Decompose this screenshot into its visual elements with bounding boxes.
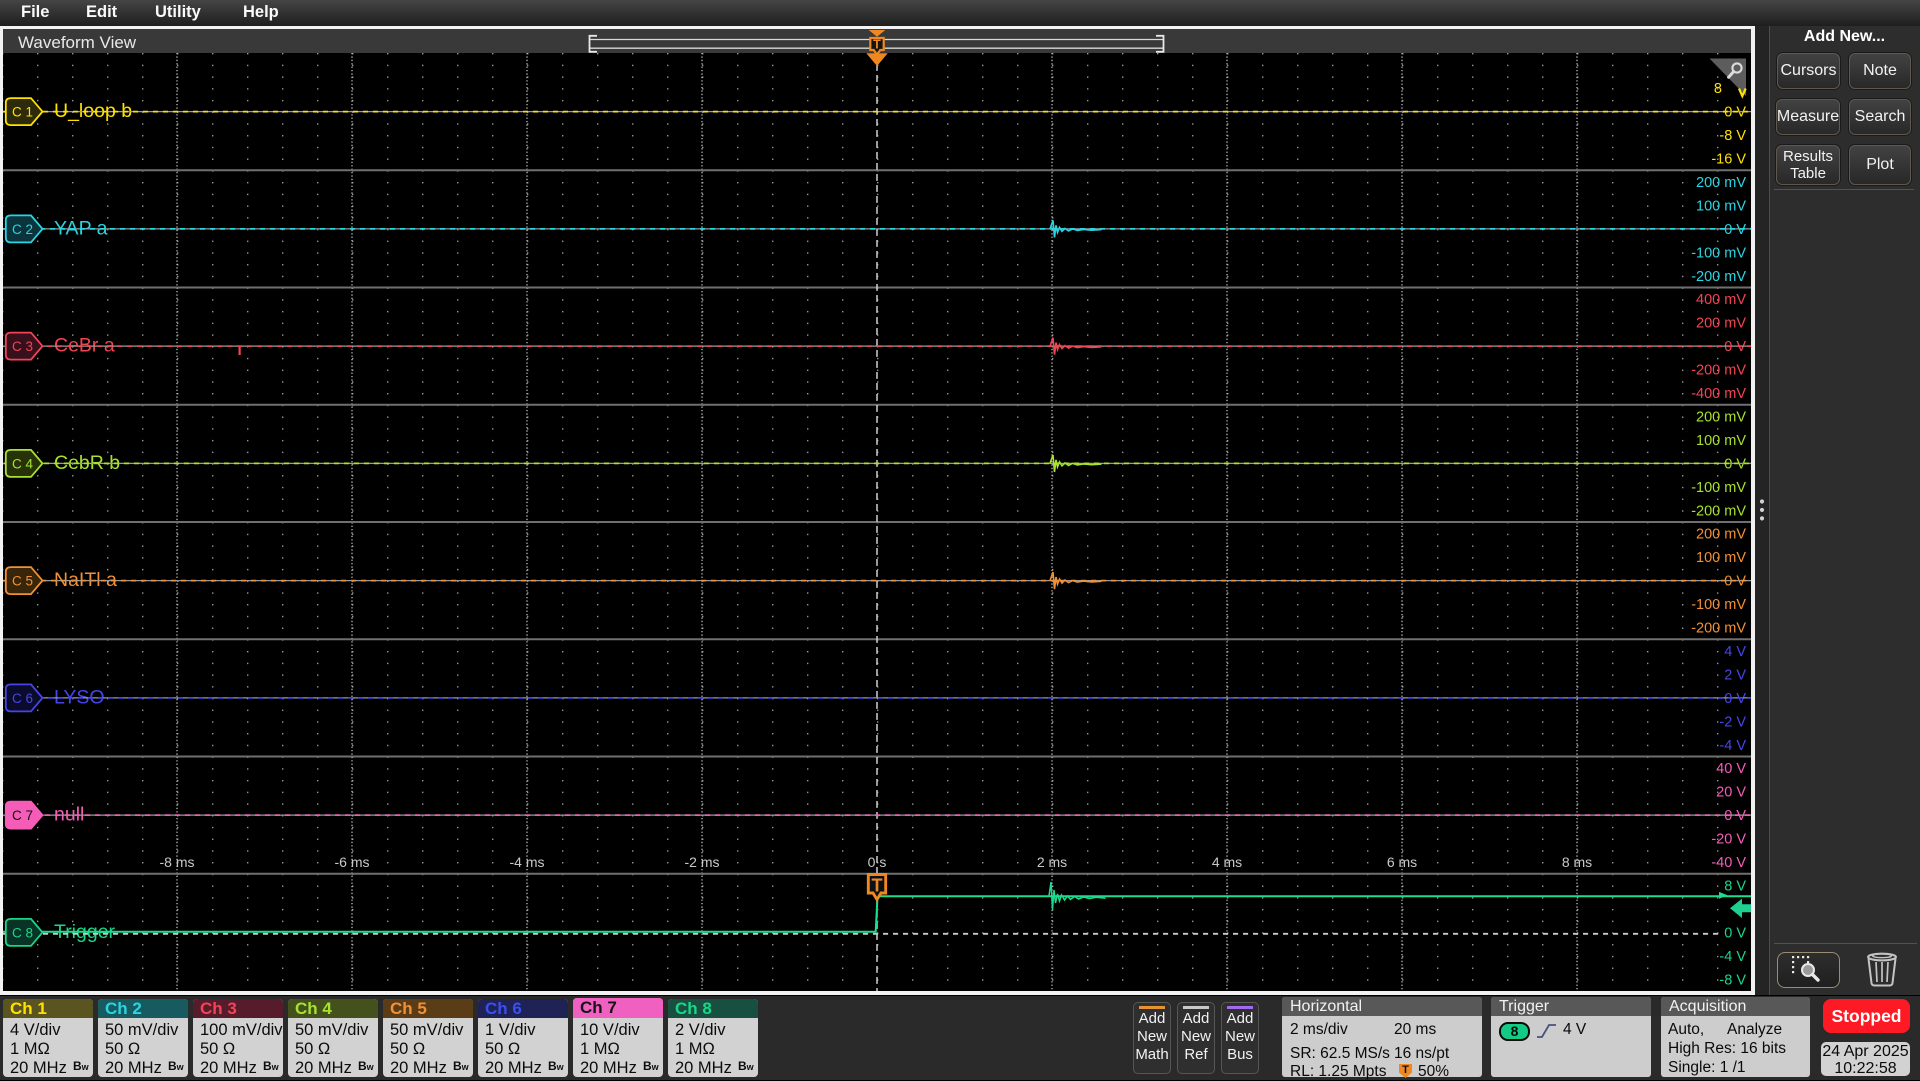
svg-text:T: T (873, 38, 881, 52)
svg-text:-100 mV: -100 mV (1691, 245, 1746, 261)
svg-text:C 6: C 6 (12, 691, 33, 706)
svg-text:40 V: 40 V (1716, 761, 1746, 777)
svg-text:T: T (872, 876, 883, 896)
svg-text:C 5: C 5 (12, 574, 33, 589)
svg-text:C 3: C 3 (12, 339, 33, 354)
svg-text:-4 V: -4 V (1719, 949, 1746, 965)
svg-text:C 7: C 7 (12, 808, 33, 823)
svg-text:-200 mV: -200 mV (1691, 363, 1746, 379)
svg-text:C 4: C 4 (12, 456, 34, 471)
svg-text:100 mV: 100 mV (1696, 550, 1746, 566)
svg-text:100 mV: 100 mV (1696, 198, 1746, 214)
svg-text:-2 ms: -2 ms (685, 854, 720, 870)
svg-text:0 V: 0 V (1724, 105, 1746, 121)
svg-text:-8 ms: -8 ms (160, 854, 195, 870)
svg-text:8 ms: 8 ms (1562, 854, 1592, 870)
svg-text:C 1: C 1 (12, 105, 33, 120)
svg-text:200 mV: 200 mV (1696, 527, 1746, 543)
svg-text:-400 mV: -400 mV (1691, 386, 1746, 402)
svg-text:20 V: 20 V (1716, 785, 1746, 801)
svg-text:C 2: C 2 (12, 222, 33, 237)
svg-text:0 V: 0 V (1724, 222, 1746, 238)
svg-text:0 V: 0 V (1724, 574, 1746, 590)
svg-text:6 ms: 6 ms (1387, 854, 1417, 870)
svg-text:-200 mV: -200 mV (1691, 269, 1746, 285)
svg-text:8: 8 (1714, 81, 1722, 97)
svg-text:-20 V: -20 V (1711, 832, 1746, 848)
svg-text:200 mV: 200 mV (1696, 410, 1746, 426)
svg-text:0 V: 0 V (1724, 456, 1746, 472)
svg-text:-6 ms: -6 ms (335, 854, 370, 870)
svg-text:-4 V: -4 V (1719, 738, 1746, 754)
svg-text:400 mV: 400 mV (1696, 292, 1746, 308)
svg-text:-2 V: -2 V (1719, 714, 1746, 730)
svg-text:-8 V: -8 V (1719, 128, 1746, 144)
svg-text:2 V: 2 V (1724, 667, 1746, 683)
svg-text:0 V: 0 V (1724, 808, 1746, 824)
svg-text:-100 mV: -100 mV (1691, 597, 1746, 613)
svg-text:100 mV: 100 mV (1696, 433, 1746, 449)
svg-text:-40 V: -40 V (1711, 855, 1746, 871)
svg-text:0 V: 0 V (1724, 339, 1746, 355)
svg-text:-200 mV: -200 mV (1691, 503, 1746, 519)
svg-text:2 ms: 2 ms (1037, 854, 1067, 870)
svg-text:4 ms: 4 ms (1212, 854, 1242, 870)
svg-text:-16 V: -16 V (1711, 152, 1746, 168)
svg-text:0 V: 0 V (1724, 925, 1746, 941)
svg-text:-8 V: -8 V (1719, 972, 1746, 988)
svg-text:-100 mV: -100 mV (1691, 480, 1746, 496)
svg-text:0 s: 0 s (868, 854, 887, 870)
svg-text:-200 mV: -200 mV (1691, 621, 1746, 637)
svg-text:0 V: 0 V (1724, 691, 1746, 707)
svg-text:C 8: C 8 (12, 925, 33, 940)
svg-text:8 V: 8 V (1724, 879, 1746, 895)
svg-text:200 mV: 200 mV (1696, 316, 1746, 332)
svg-text:200 mV: 200 mV (1696, 175, 1746, 191)
svg-text:4 V: 4 V (1724, 644, 1746, 660)
svg-text:-4 ms: -4 ms (510, 854, 545, 870)
